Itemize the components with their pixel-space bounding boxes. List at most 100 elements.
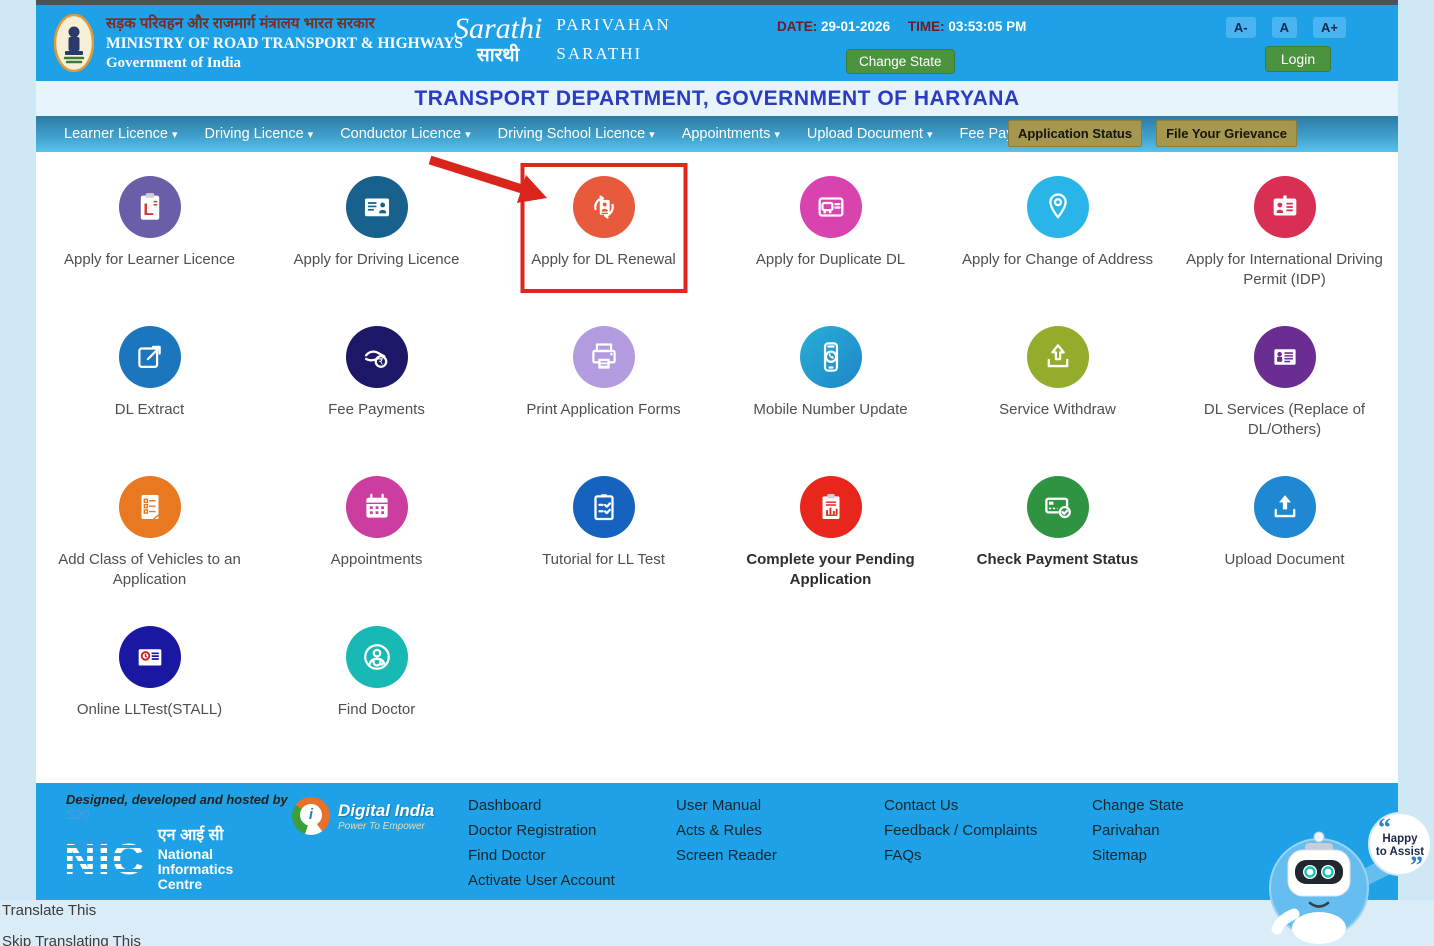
chevron-down-icon: ▾	[172, 129, 178, 141]
service-tutorial-for-ll-test[interactable]: Tutorial for LL Test	[490, 452, 717, 602]
calendar-icon[interactable]	[346, 476, 408, 538]
service-appointments[interactable]: Appointments	[263, 452, 490, 602]
service-label: Check Payment Status	[977, 550, 1139, 570]
service-label: Apply for Duplicate DL	[756, 250, 905, 270]
service-apply-for-change-of-address[interactable]: Apply for Change of Address	[944, 152, 1171, 302]
footer-link-screen-reader[interactable]: Screen Reader	[676, 843, 884, 868]
service-label: Apply for Learner Licence	[64, 250, 235, 270]
card-person-icon[interactable]	[1254, 326, 1316, 388]
nav-item-upload-document[interactable]: Upload Document▾	[807, 126, 933, 142]
card-renew-icon[interactable]	[573, 176, 635, 238]
id-card-icon[interactable]	[346, 176, 408, 238]
service-apply-for-international-driving-permit-idp[interactable]: Apply for International Driving Permit (…	[1171, 152, 1398, 302]
footer-link-acts-rules[interactable]: Acts & Rules	[676, 818, 884, 843]
service-label: Service Withdraw	[999, 400, 1116, 420]
printer-icon[interactable]	[573, 326, 635, 388]
service-apply-for-dl-renewal[interactable]: Apply for DL Renewal	[490, 152, 717, 302]
nic-logo: NIC एन आई सी National Informatics Centre	[64, 827, 233, 893]
font-increase-button[interactable]: A+	[1313, 17, 1346, 38]
file-your-grievance-button[interactable]: File Your Grievance	[1156, 120, 1297, 147]
service-mobile-number-update[interactable]: Mobile Number Update	[717, 302, 944, 452]
india-emblem-icon	[54, 14, 94, 72]
clipboard-chart-icon[interactable]	[800, 476, 862, 538]
svg-text:₹: ₹	[378, 357, 384, 367]
chevron-down-icon: ▾	[649, 129, 655, 141]
service-apply-for-learner-licence[interactable]: L Apply for Learner Licence	[36, 152, 263, 302]
chevron-down-icon: ▾	[927, 129, 933, 141]
footer-link-user-manual[interactable]: User Manual	[676, 793, 884, 818]
service-check-payment-status[interactable]: Check Payment Status	[944, 452, 1171, 602]
footer-link-activate-user-account[interactable]: Activate User Account	[468, 868, 676, 893]
service-label: Complete your Pending Application	[731, 550, 931, 590]
footer-link-dashboard[interactable]: Dashboard	[468, 793, 676, 818]
service-label: Fee Payments	[328, 400, 425, 420]
service-upload-document[interactable]: Upload Document	[1171, 452, 1398, 602]
service-find-doctor[interactable]: Find Doctor	[263, 602, 490, 752]
map-pin-icon[interactable]	[1027, 176, 1089, 238]
font-normal-button[interactable]: A	[1272, 17, 1297, 38]
digital-india-logo: Digital India Power To Empower	[292, 797, 434, 835]
translate-controls: Translate This Skip Translating This	[2, 902, 141, 946]
digital-india-swirl-icon	[292, 797, 330, 835]
card-car-icon[interactable]	[800, 176, 862, 238]
service-online-lltest-stall[interactable]: Online LLTest(STALL)	[36, 602, 263, 752]
nav-item-driving-licence[interactable]: Driving Licence▾	[205, 126, 314, 142]
font-decrease-button[interactable]: A-	[1226, 17, 1256, 38]
nav-item-learner-licence[interactable]: Learner Licence▾	[64, 126, 178, 142]
service-label: Upload Document	[1224, 550, 1344, 570]
chevron-down-icon: ▾	[308, 129, 314, 141]
svg-text:L: L	[143, 200, 153, 219]
chatbot-widget[interactable]: “ ” Happy to Assist	[1262, 808, 1434, 946]
footer-link-faqs[interactable]: FAQs	[884, 843, 1092, 868]
phone-icon[interactable]	[800, 326, 862, 388]
service-print-application-forms[interactable]: Print Application Forms	[490, 302, 717, 452]
service-label: Add Class of Vehicles to an Application	[50, 550, 250, 590]
footer-link-doctor-registration[interactable]: Doctor Registration	[468, 818, 676, 843]
footer-link-feedback-complaints[interactable]: Feedback / Complaints	[884, 818, 1092, 843]
header: सड़क परिवहन और राजमार्ग मंत्रालय भारत सर…	[36, 5, 1398, 81]
government-of-india-label: Government of India	[106, 55, 463, 72]
service-add-class-of-vehicles-to-an-application[interactable]: Add Class of Vehicles to an Application	[36, 452, 263, 602]
service-fee-payments[interactable]: ₹ Fee Payments	[263, 302, 490, 452]
id-card-lines-icon[interactable]	[1254, 176, 1316, 238]
sarathi-logo: Sarathi सारथी	[454, 14, 542, 65]
login-button[interactable]: Login	[1265, 46, 1331, 72]
service-dl-services-replace-of-dl-others[interactable]: DL Services (Replace of DL/Others)	[1171, 302, 1398, 452]
service-label: Apply for Change of Address	[962, 250, 1153, 270]
hand-rupee-icon[interactable]: ₹	[346, 326, 408, 388]
share-icon[interactable]	[119, 326, 181, 388]
service-dl-extract[interactable]: DL Extract	[36, 302, 263, 452]
doc-list-icon[interactable]	[119, 476, 181, 538]
service-complete-your-pending-application[interactable]: Complete your Pending Application	[717, 452, 944, 602]
service-label: Online LLTest(STALL)	[77, 700, 222, 720]
clipboard-l-icon[interactable]: L	[119, 176, 181, 238]
service-apply-for-duplicate-dl[interactable]: Apply for Duplicate DL	[717, 152, 944, 302]
font-size-controls: A- A A+	[1226, 17, 1346, 38]
application-status-button[interactable]: Application Status	[1008, 120, 1142, 147]
translate-this-link[interactable]: Translate This	[2, 902, 141, 919]
bottom-strip	[0, 900, 1434, 946]
change-state-button[interactable]: Change State	[846, 49, 955, 74]
service-label: Apply for Driving Licence	[294, 250, 460, 270]
service-service-withdraw[interactable]: Service Withdraw	[944, 302, 1171, 452]
footer-link-contact-us[interactable]: Contact Us	[884, 793, 1092, 818]
clipboard-check-icon[interactable]	[573, 476, 635, 538]
sarathi-brand-block: Sarathi सारथी PARIVAHAN SARATHI	[454, 11, 671, 69]
doctor-icon[interactable]	[346, 626, 408, 688]
credit-link[interactable]: S20	[66, 807, 89, 822]
footer-link-find-doctor[interactable]: Find Doctor	[468, 843, 676, 868]
footer: Designed, developed and hosted by S20 NI…	[36, 783, 1398, 901]
nav-item-conductor-licence[interactable]: Conductor Licence▾	[340, 126, 470, 142]
upload-outline-icon[interactable]	[1027, 326, 1089, 388]
chevron-down-icon: ▾	[774, 129, 780, 141]
service-apply-for-driving-licence[interactable]: Apply for Driving Licence	[263, 152, 490, 302]
service-label: Apply for International Driving Permit (…	[1185, 250, 1385, 290]
card-check-icon[interactable]	[1027, 476, 1089, 538]
skip-translating-link[interactable]: Skip Translating This	[2, 933, 141, 946]
card-clock-icon[interactable]	[119, 626, 181, 688]
main-navigation: Learner Licence▾ Driving Licence▾ Conducto…	[36, 116, 1398, 152]
upload-filled-icon[interactable]	[1254, 476, 1316, 538]
time-value: 03:53:05 PM	[948, 19, 1026, 34]
nav-item-driving-school-licence[interactable]: Driving School Licence▾	[498, 126, 655, 142]
nav-item-appointments[interactable]: Appointments▾	[682, 126, 780, 142]
